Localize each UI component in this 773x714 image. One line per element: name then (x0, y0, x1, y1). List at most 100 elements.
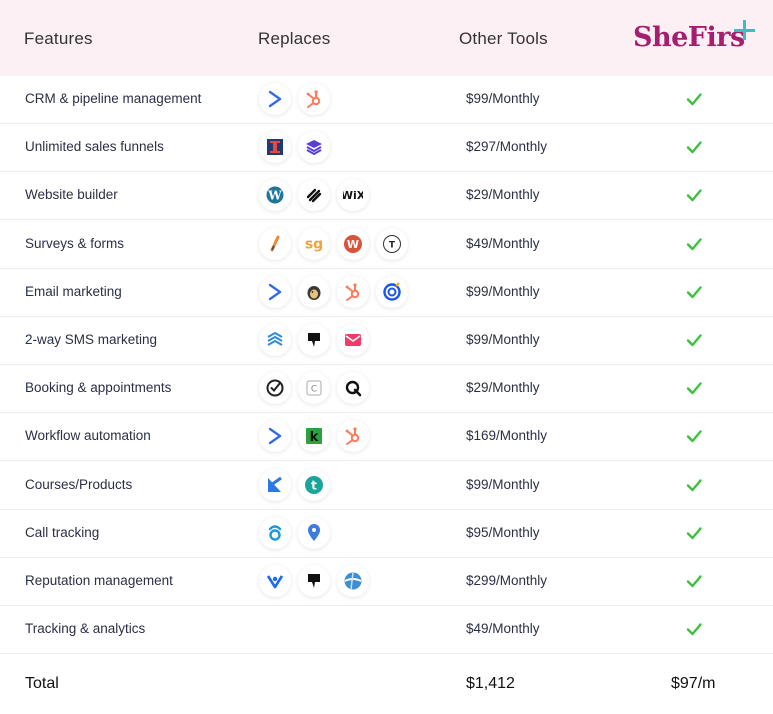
surveygizmo-icon: sg (298, 228, 330, 260)
replaced-tools (259, 324, 369, 356)
replaced-tools (259, 517, 330, 549)
qwilr-icon (337, 372, 369, 404)
table-row: Reputation management $299/Monthly (0, 557, 773, 606)
feature-name: Surveys & forms (25, 236, 125, 251)
feature-name: Email marketing (25, 284, 122, 299)
svg-text:T: T (389, 241, 396, 251)
svg-text:W: W (347, 238, 359, 251)
replaced-tools: C (259, 372, 369, 404)
total-shefirst: $97/m (671, 675, 716, 692)
table-row: Booking & appointments C $29/Monthly (0, 364, 773, 413)
calltrackingmetrics-icon (298, 517, 330, 549)
keap-icon: k (298, 420, 330, 452)
other-tools-price: $169/Monthly (466, 428, 548, 443)
table-row: 2-way SMS marketing $99/Monthly (0, 316, 773, 365)
replaced-tools (259, 565, 369, 597)
check-icon (684, 378, 704, 398)
table-row: CRM & pipeline management $99/Monthly (0, 75, 773, 124)
check-icon (684, 185, 704, 205)
features-column-header: Features (24, 29, 93, 48)
feature-name: Website builder (25, 187, 118, 202)
replaces-column-header: Replaces (258, 29, 331, 48)
feature-name: CRM & pipeline management (25, 91, 202, 106)
squarespace-icon (298, 179, 330, 211)
other-tools-price: $95/Monthly (466, 525, 540, 540)
yext-icon (337, 565, 369, 597)
other-tools-price: $99/Monthly (466, 284, 540, 299)
check-icon (684, 523, 704, 543)
other-tools-price: $297/Monthly (466, 139, 548, 154)
callrail-icon (259, 517, 291, 549)
teachable-icon: t (298, 469, 330, 501)
podium-icon (298, 565, 330, 597)
replaced-tools (259, 131, 330, 163)
kajabi-icon (259, 469, 291, 501)
check-icon (684, 234, 704, 254)
total-label: Total (25, 675, 59, 692)
feature-name: Booking & appointments (25, 380, 172, 395)
svg-text:sg: sg (305, 237, 323, 253)
textmagic-icon (259, 324, 291, 356)
check-icon (684, 475, 704, 495)
svg-text:t: t (311, 479, 317, 493)
replaced-tools (259, 276, 408, 308)
other-tools-price: $49/Monthly (466, 621, 540, 636)
leadpages-icon (298, 131, 330, 163)
table-row: Courses/Products t $99/Monthly (0, 461, 773, 510)
svg-text:WiX: WiX (343, 189, 363, 202)
other-tools-price: $49/Monthly (466, 236, 540, 251)
feature-name: Reputation management (25, 573, 173, 588)
activecampaign-icon (259, 276, 291, 308)
check-icon (684, 89, 704, 109)
replaced-tools: W WiX (259, 179, 369, 211)
activecampaign-icon (259, 83, 291, 115)
svg-text:W: W (267, 189, 282, 203)
table-row: Unlimited sales funnels $297/Monthly (0, 123, 773, 172)
wufoo-icon: W (337, 228, 369, 260)
table-row: Workflow automation k $169/Monthly (0, 412, 773, 461)
plus-icon (733, 18, 757, 42)
feature-name: Courses/Products (25, 477, 133, 492)
podium-icon (298, 324, 330, 356)
check-icon (684, 137, 704, 157)
activecampaign-icon (259, 420, 291, 452)
other-tools-price: $99/Monthly (466, 477, 540, 492)
check-icon (684, 571, 704, 591)
shefirst-logo: SheFirs (633, 22, 745, 53)
constantcontact-icon (376, 276, 408, 308)
svg-text:k: k (310, 430, 319, 445)
replaced-tools (259, 83, 330, 115)
other-tools-column-header: Other Tools (459, 29, 548, 48)
simpletexting-icon (337, 324, 369, 356)
other-tools-price: $299/Monthly (466, 573, 548, 588)
feature-name: Call tracking (25, 525, 100, 540)
other-tools-price: $99/Monthly (466, 91, 540, 106)
typeform-icon: T (376, 228, 408, 260)
table-row: Website builder W WiX $29/Monthly (0, 171, 773, 220)
check-icon (684, 619, 704, 639)
replaced-tools: sg W T (259, 228, 408, 260)
feature-name: Workflow automation (25, 428, 151, 443)
svg-text:C: C (311, 385, 317, 395)
table-header: Features Replaces Other Tools SheFirs (0, 0, 773, 76)
hubspot-icon (298, 83, 330, 115)
total-other-tools: $1,412 (466, 675, 515, 692)
feature-name: Tracking & analytics (25, 621, 146, 636)
other-tools-price: $29/Monthly (466, 380, 540, 395)
wordpress-icon: W (259, 179, 291, 211)
table-row: Tracking & analytics $49/Monthly (0, 605, 773, 654)
table-row: Surveys & forms sg W T $49/Monthly (0, 220, 773, 269)
replaced-tools: k (259, 420, 369, 452)
clickfunnels-icon (259, 131, 291, 163)
other-tools-price: $29/Monthly (466, 187, 540, 202)
total-row: Total $1,412 $97/m (0, 664, 773, 704)
mailchimp-icon (298, 276, 330, 308)
calendly-icon: C (298, 372, 330, 404)
table-row: Call tracking $95/Monthly (0, 509, 773, 558)
hubspot-icon (337, 276, 369, 308)
replaced-tools: t (259, 469, 330, 501)
wix-icon: WiX (337, 179, 369, 211)
feature-name: Unlimited sales funnels (25, 139, 164, 154)
acuity-icon (259, 372, 291, 404)
other-tools-price: $99/Monthly (466, 332, 540, 347)
